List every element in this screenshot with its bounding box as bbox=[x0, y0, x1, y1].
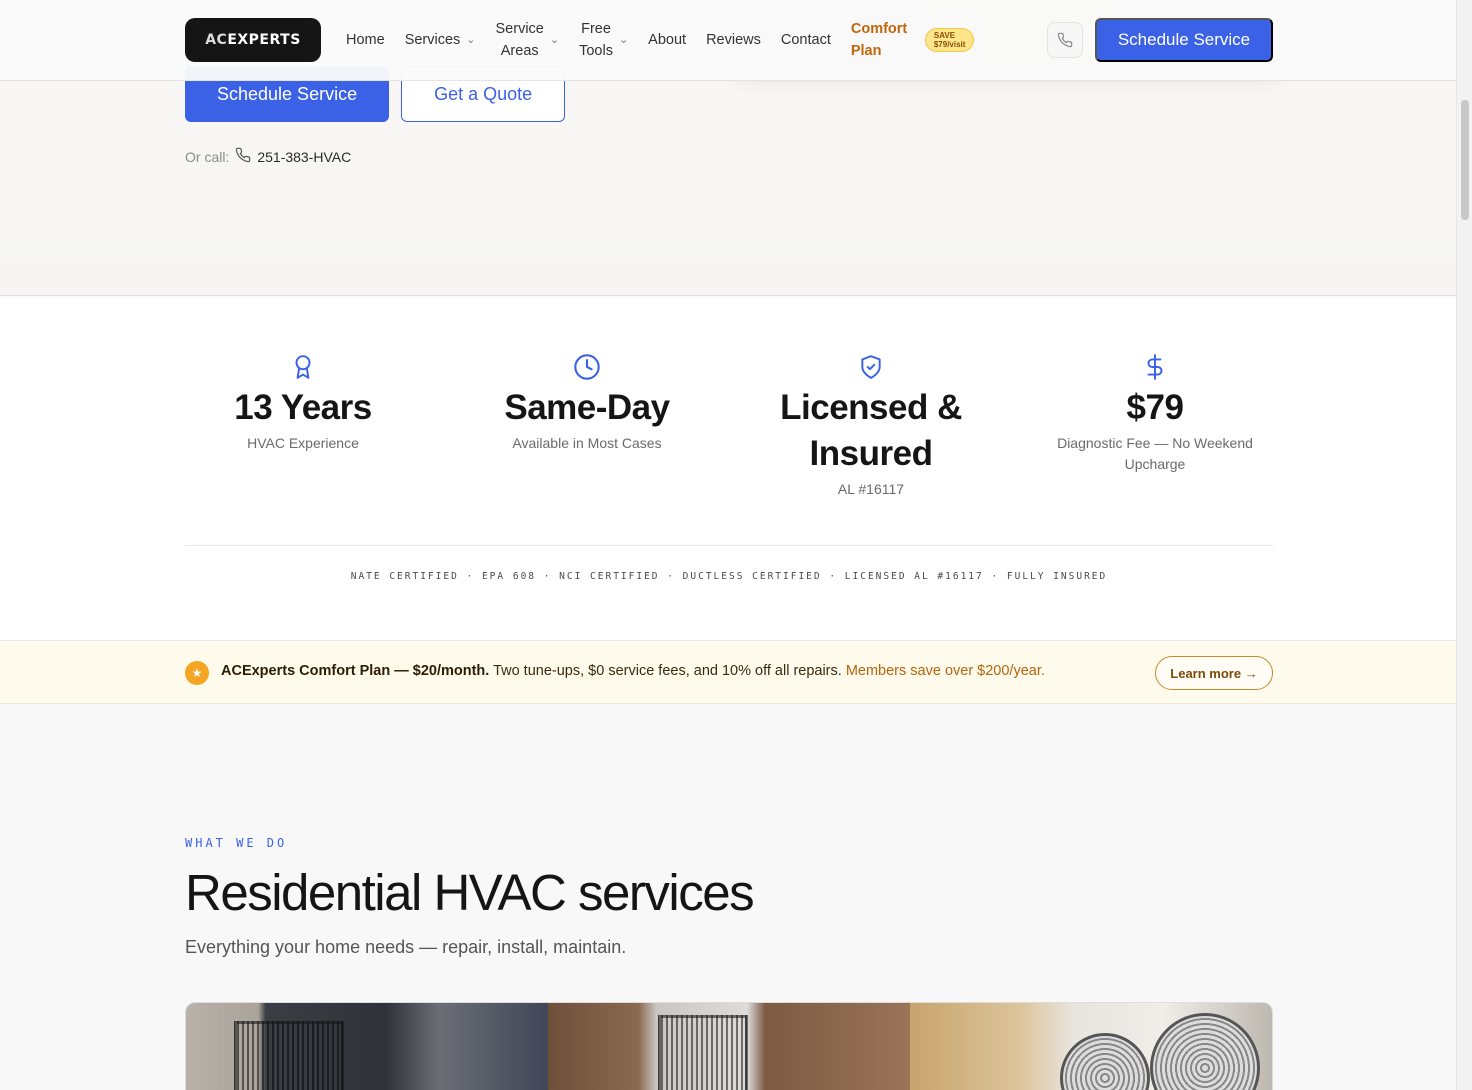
certifications-line: NATE CERTIFIED · EPA 608 · NCI CERTIFIED… bbox=[350, 571, 1108, 582]
header-phone-button[interactable] bbox=[1047, 22, 1083, 58]
service-photo-maintain[interactable] bbox=[910, 1003, 1272, 1090]
clock-icon bbox=[457, 353, 717, 383]
hero-call-line: Or call: 251-383-HVAC bbox=[185, 147, 351, 166]
site-logo[interactable]: AC EXPERTS bbox=[185, 18, 321, 62]
banner-savings-text: Members save over $200/year. bbox=[845, 663, 1045, 679]
call-label: Or call: bbox=[185, 148, 230, 165]
nav-free-tools[interactable]: Free Tools ⌄ bbox=[569, 18, 638, 62]
stat-caption: Diagnostic Fee — No Weekend Upcharge bbox=[1057, 435, 1253, 472]
learn-more-button[interactable]: Learn more → bbox=[1155, 656, 1273, 690]
ac-unit-grille bbox=[658, 1015, 748, 1090]
banner-text: ACExperts Comfort Plan — $20/month. Two … bbox=[221, 663, 1045, 679]
shield-check-icon bbox=[741, 353, 1001, 383]
nav-services[interactable]: Services ⌄ bbox=[395, 29, 486, 51]
nav-services-label: Services bbox=[404, 32, 461, 48]
nav-comfort-plan-label: Comfort Plan bbox=[850, 21, 908, 59]
nav-about[interactable]: About bbox=[638, 29, 696, 51]
nav-reviews[interactable]: Reviews bbox=[696, 29, 771, 51]
stat-caption: AL #16117 bbox=[837, 481, 905, 497]
save-badge-line1: SAVE bbox=[933, 31, 956, 40]
section-heading: Residential HVAC services bbox=[185, 864, 755, 921]
stats-section: 13 Years HVAC Experience Same-Day Availa… bbox=[0, 297, 1456, 641]
nav-free-tools-label: Free Tools bbox=[579, 21, 613, 59]
section-subheading: Everything your home needs — repair, ins… bbox=[185, 937, 627, 957]
service-photo-repair[interactable] bbox=[186, 1003, 548, 1090]
stat-caption: Available in Most Cases bbox=[512, 435, 662, 451]
header-schedule-service-button[interactable]: Schedule Service bbox=[1095, 18, 1273, 62]
fan-unit bbox=[1060, 1033, 1150, 1090]
scrollbar-thumb[interactable] bbox=[1461, 100, 1469, 220]
stat-value: Licensed & Insured bbox=[780, 388, 962, 473]
stat-diagnostic-fee: $79 Diagnostic Fee — No Weekend Upcharge bbox=[1025, 353, 1285, 475]
call-phone-link[interactable]: 251-383-HVAC bbox=[257, 149, 351, 165]
nav-contact-label: Contact bbox=[780, 32, 831, 48]
services-photo-strip bbox=[185, 1002, 1273, 1090]
main-nav: Home Services ⌄ Service Areas ⌄ Free Tools… bbox=[336, 0, 984, 80]
ac-unit-grille bbox=[234, 1021, 344, 1090]
stat-value: $79 bbox=[1126, 388, 1184, 427]
site-header: AC EXPERTS Home Services ⌄ Service Areas ⌄ … bbox=[0, 0, 1456, 81]
section-eyebrow: WHAT WE DO bbox=[185, 836, 288, 850]
phone-icon bbox=[1057, 32, 1073, 48]
services-section: WHAT WE DO Residential HVAC services Eve… bbox=[0, 705, 1456, 1090]
nav-service-areas-label: Service Areas bbox=[495, 21, 544, 59]
stats-divider bbox=[185, 545, 1273, 546]
award-icon bbox=[173, 353, 433, 383]
nav-about-label: About bbox=[648, 32, 687, 48]
save-badge-line2: $79/visit bbox=[933, 40, 966, 49]
phone-icon bbox=[235, 147, 251, 166]
nav-home[interactable]: Home bbox=[336, 29, 395, 51]
stat-caption: HVAC Experience bbox=[247, 435, 359, 451]
save-badge: SAVE $79/visit bbox=[924, 28, 975, 52]
banner-bold-text: ACExperts Comfort Plan — $20/month. bbox=[221, 663, 490, 679]
chevron-down-icon: ⌄ bbox=[466, 34, 476, 46]
stat-licensed: Licensed & Insured AL #16117 bbox=[741, 353, 1001, 500]
nav-reviews-label: Reviews bbox=[706, 32, 761, 48]
comfort-plan-banner: ★ ACExperts Comfort Plan — $20/month. Tw… bbox=[0, 642, 1456, 704]
nav-comfort-plan[interactable]: Comfort Plan SAVE $79/visit bbox=[841, 18, 985, 62]
nav-contact[interactable]: Contact bbox=[771, 29, 841, 51]
stat-value: Same-Day bbox=[504, 388, 670, 427]
nav-home-label: Home bbox=[346, 32, 385, 48]
star-icon: ★ bbox=[185, 661, 209, 685]
stat-experience: 13 Years HVAC Experience bbox=[173, 353, 433, 454]
logo-ac-text: AC bbox=[205, 32, 228, 48]
banner-body-text: Two tune-ups, $0 service fees, and 10% o… bbox=[489, 663, 846, 679]
fan-unit bbox=[1150, 1013, 1260, 1090]
chevron-down-icon: ⌄ bbox=[549, 34, 560, 46]
service-photo-install[interactable] bbox=[548, 1003, 910, 1090]
stat-same-day: Same-Day Available in Most Cases bbox=[457, 353, 717, 454]
logo-experts-text: EXPERTS bbox=[227, 32, 301, 48]
dollar-icon bbox=[1025, 353, 1285, 383]
nav-service-areas[interactable]: Service Areas ⌄ bbox=[486, 18, 570, 62]
page-scrollbar[interactable] bbox=[1456, 0, 1472, 1090]
stat-value: 13 Years bbox=[234, 388, 372, 427]
chevron-down-icon: ⌄ bbox=[618, 34, 629, 46]
